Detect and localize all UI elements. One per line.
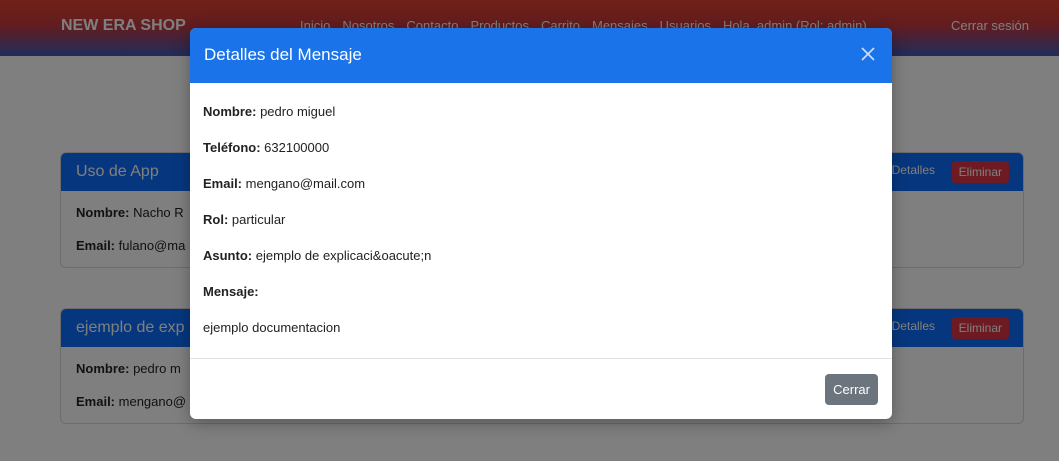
field-asunto-label: Asunto: [203, 248, 253, 263]
field-rol-label: Rol: [203, 212, 229, 227]
field-email: Email: mengano@mail.com [203, 175, 879, 193]
close-button[interactable]: Cerrar [825, 374, 878, 405]
field-nombre: Nombre: pedro miguel [203, 103, 879, 121]
field-email-value: mengano@mail.com [245, 176, 366, 191]
field-nombre-label: Nombre: [203, 104, 257, 119]
field-rol-value: particular [231, 212, 286, 227]
field-mensaje-value: ejemplo documentacion [203, 320, 341, 335]
modal-header: Detalles del Mensaje [190, 28, 892, 83]
field-telefono: Teléfono: 632100000 [203, 139, 879, 157]
modal-body: Nombre: pedro miguel Teléfono: 632100000… [190, 83, 892, 337]
modal-footer: Cerrar [190, 358, 892, 419]
field-email-label: Email: [203, 176, 243, 191]
field-asunto-value: ejemplo de explicaci&oacute;n [255, 248, 432, 263]
field-rol: Rol: particular [203, 211, 879, 229]
message-details-modal: Detalles del Mensaje Nombre: pedro migue… [190, 28, 892, 419]
field-mensaje-label: Mensaje: [203, 284, 259, 299]
field-telefono-label: Teléfono: [203, 140, 261, 155]
field-nombre-value: pedro miguel [260, 104, 336, 119]
modal-title: Detalles del Mensaje [204, 45, 362, 64]
close-icon[interactable] [858, 44, 878, 64]
field-telefono-value: 632100000 [264, 140, 330, 155]
field-mensaje: Mensaje: [203, 283, 879, 301]
field-asunto: Asunto: ejemplo de explicaci&oacute;n [203, 247, 879, 265]
